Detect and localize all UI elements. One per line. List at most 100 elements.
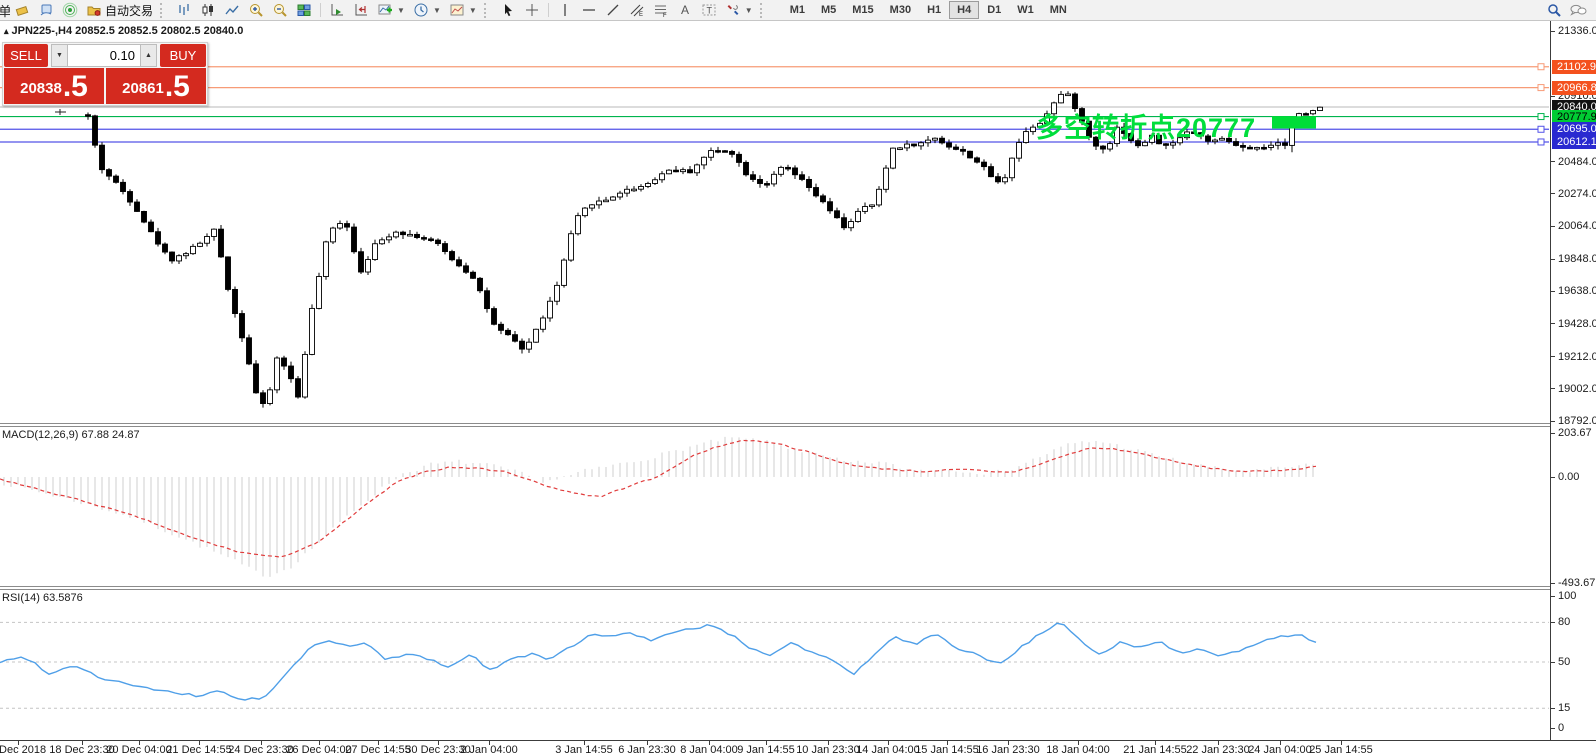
trendline-icon[interactable] — [601, 1, 625, 20]
timeframe-button-h1[interactable]: H1 — [919, 1, 949, 19]
price-axis-label: 19212.0 — [1558, 350, 1596, 363]
chevron-down-icon: ▼ — [744, 5, 753, 15]
time-axis-label: 7 Dec 2018 — [0, 744, 47, 756]
candle-body — [645, 183, 651, 187]
candle-body — [470, 271, 476, 279]
level-line-handle[interactable] — [1537, 84, 1545, 92]
candlestick-icon[interactable] — [196, 1, 220, 20]
timeframe-button-mn[interactable]: MN — [1042, 1, 1075, 19]
candle-body — [435, 239, 441, 245]
volume-input[interactable]: 0.10 — [67, 45, 141, 66]
axis-tick — [1551, 193, 1555, 195]
chat-icon[interactable] — [1566, 1, 1590, 20]
candle-body — [141, 210, 147, 223]
level-line-handle[interactable] — [1537, 63, 1545, 71]
sell-price-panel[interactable]: 20838 .5 — [4, 68, 104, 104]
price-axis-label: 19638.0 — [1558, 285, 1596, 298]
candle-body — [351, 226, 357, 253]
candle-body — [267, 389, 273, 404]
green-rectangle-object[interactable] — [1272, 116, 1316, 129]
volume-increase-button[interactable]: ▲ — [141, 45, 156, 66]
timeframe-button-m1[interactable]: M1 — [782, 1, 813, 19]
search-icon[interactable] — [1542, 1, 1566, 20]
candle-body — [1016, 142, 1022, 159]
candle-body — [953, 146, 959, 150]
equidistant-channel-icon[interactable]: E — [625, 1, 649, 20]
candle-body — [967, 150, 973, 159]
sell-button[interactable]: SELL — [4, 44, 48, 67]
candle-body — [1310, 110, 1316, 115]
candle-body — [211, 228, 217, 237]
one-click-trading-panel: SELL ▼ 0.10 ▲ BUY 20838 .5 20861 .5 — [2, 42, 208, 106]
toolbar-separator — [547, 3, 549, 17]
time-axis-label: 9 Jan 14:55 — [737, 744, 795, 756]
horizontal-line-icon[interactable] — [577, 1, 601, 20]
tile-windows-icon[interactable] — [292, 1, 316, 20]
macd-pane[interactable] — [0, 427, 1550, 586]
macd-signal-line — [0, 439, 1317, 558]
main-chart[interactable] — [0, 21, 1550, 423]
new-order-icon[interactable] — [10, 1, 34, 20]
candle-body — [925, 139, 931, 144]
terminal-icon[interactable] — [34, 1, 58, 20]
zoom-in-icon[interactable] — [244, 1, 268, 20]
buy-button[interactable]: BUY — [160, 44, 206, 67]
level-line-handle[interactable] — [1537, 113, 1545, 121]
crosshair-icon[interactable] — [520, 1, 544, 20]
timeframe-button-m5[interactable]: M5 — [813, 1, 844, 19]
signal-icon[interactable] — [58, 1, 82, 20]
bar-chart-icon[interactable] — [172, 1, 196, 20]
level-line-handle[interactable] — [1537, 138, 1545, 146]
rsi-scale-label: 100 — [1558, 590, 1577, 602]
text-label-icon[interactable]: T — [697, 1, 721, 20]
price-axis-label: 20274.0 — [1558, 187, 1596, 200]
candle-body — [862, 206, 868, 212]
candle-body — [463, 265, 469, 273]
timeframe-button-m15[interactable]: M15 — [844, 1, 881, 19]
candle-body — [85, 114, 91, 117]
timeframe-button-h4[interactable]: H4 — [949, 1, 980, 19]
candle-body — [827, 201, 833, 212]
candle-body — [225, 256, 231, 290]
toolbar-grip[interactable] — [759, 2, 769, 18]
chart-annotation-text[interactable]: 多空转折点20777 — [1036, 106, 1256, 145]
autotrading-label: 自动交易 — [105, 3, 154, 18]
candle-body — [1247, 146, 1253, 150]
fibonacci-icon[interactable]: F — [649, 1, 673, 20]
price-axis: 21336.0 20910.0 20484.0 20274.0 20064.0 19848… — [1550, 21, 1596, 740]
line-chart-icon[interactable] — [220, 1, 244, 20]
candle-body — [1261, 146, 1267, 150]
timeframe-group: M1 M5 M15 M30 H1 H4 D1 W1 MN — [782, 1, 1075, 19]
toolbar-grip[interactable] — [160, 2, 169, 18]
candle-body — [344, 223, 350, 228]
svg-text:E: E — [639, 12, 643, 18]
arrows-button[interactable]: ▼ — [721, 1, 757, 20]
templates-button[interactable]: ▼ — [445, 1, 481, 20]
candle-body — [855, 210, 861, 222]
toolbar-grip[interactable] — [483, 2, 493, 18]
timeframe-button-m30[interactable]: M30 — [882, 1, 919, 19]
buy-price-frac: .5 — [164, 70, 190, 103]
cursor-icon[interactable] — [496, 1, 520, 20]
timeframe-button-d1[interactable]: D1 — [979, 1, 1009, 19]
text-icon[interactable]: A — [673, 1, 697, 20]
level-line-handle[interactable] — [1537, 125, 1545, 133]
periods-button[interactable]: ▼ — [409, 1, 445, 20]
rsi-pane[interactable] — [0, 590, 1550, 740]
rsi-scale-label: 15 — [1558, 702, 1571, 715]
vertical-line-icon[interactable] — [553, 1, 577, 20]
time-axis-label: 27 Dec 14:55 — [345, 744, 411, 756]
zoom-out-icon[interactable] — [268, 1, 292, 20]
timeframe-button-w1[interactable]: W1 — [1009, 1, 1042, 19]
collapse-panel-icon[interactable]: ▴ — [4, 26, 9, 36]
volume-decrease-button[interactable]: ▼ — [52, 45, 67, 66]
partial-toolbar-button[interactable]: 单 — [0, 1, 10, 20]
autotrading-button[interactable]: 自动交易 — [82, 1, 157, 20]
indicators-button[interactable]: ▼ — [373, 1, 409, 20]
auto-scroll-icon[interactable] — [325, 1, 349, 20]
axis-tick — [1551, 161, 1555, 163]
buy-price-panel[interactable]: 20861 .5 — [106, 68, 206, 104]
partial-label: 单 — [0, 3, 10, 19]
chart-shift-icon[interactable] — [349, 1, 373, 20]
axis-tick — [1551, 707, 1555, 709]
